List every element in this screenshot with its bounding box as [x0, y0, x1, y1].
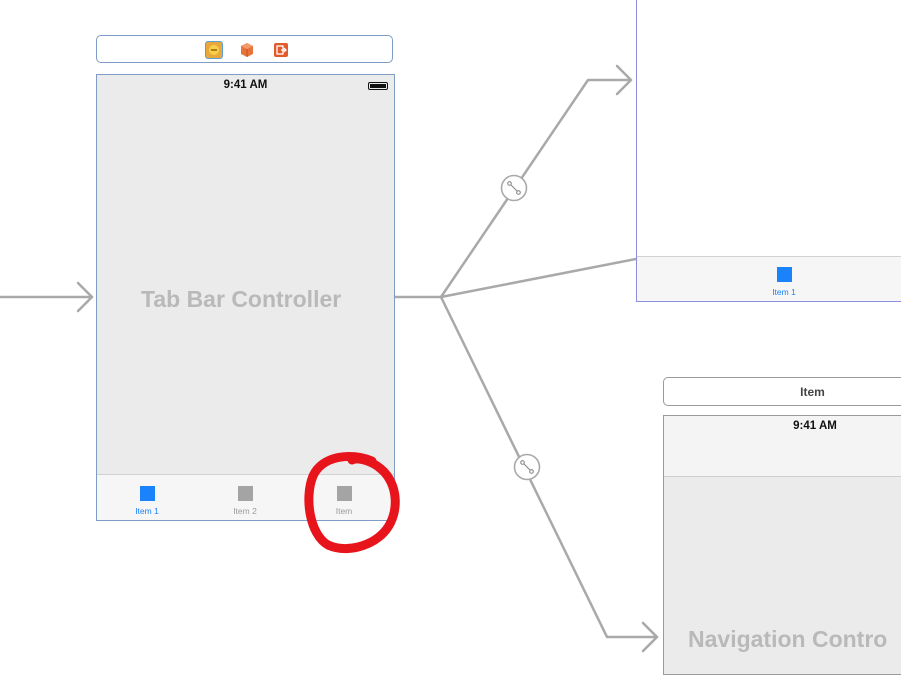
segue-line-bottom	[439, 295, 659, 639]
item-1-scene[interactable]: Item 1	[636, 0, 901, 302]
first-responder-icon[interactable]	[239, 42, 255, 58]
scene-header-label: Item	[800, 385, 825, 399]
battery-icon	[368, 82, 388, 90]
view-controller-icon[interactable]	[205, 41, 223, 59]
tab-bar-controller-scene[interactable]: 9:41 AM Tab Bar Controller Item 1 Item 2…	[96, 74, 395, 521]
status-bar-time: 9:41 AM	[223, 79, 268, 91]
scene-dock[interactable]	[96, 35, 393, 63]
tab-item-2-label: Item 2	[233, 506, 257, 516]
tab-item-1-label: Item 1	[772, 287, 796, 297]
tab-item-2-icon	[237, 486, 253, 501]
tab-item-3-label: Item	[335, 506, 353, 516]
segue-icon[interactable]	[500, 174, 528, 202]
segue-line-middle	[439, 257, 638, 299]
tab-item-1-icon	[776, 267, 792, 282]
status-bar-time: 9:41 AM	[793, 420, 837, 432]
tab-bar[interactable]: Item 1	[637, 256, 901, 301]
tab-item-3-icon	[336, 486, 352, 501]
tab-item-2[interactable]: Item 2	[215, 486, 275, 516]
scene-title: Navigation Contro	[688, 626, 888, 652]
exit-icon[interactable]	[273, 42, 289, 58]
tab-item-3[interactable]: Item	[314, 486, 374, 516]
tab-item-1[interactable]: Item 1	[117, 486, 177, 516]
segue-icon[interactable]	[513, 453, 541, 481]
scene-title: Tab Bar Controller	[141, 286, 342, 312]
navigation-controller-dock[interactable]: Item	[663, 377, 901, 406]
tab-item-1-label: Item 1	[135, 506, 159, 516]
tab-bar[interactable]: Item 1 Item 2 Item	[97, 474, 394, 520]
navigation-controller-scene[interactable]: 9:41 AM Navigation Contro	[663, 415, 901, 675]
navigation-bar[interactable]: 9:41 AM	[664, 416, 901, 477]
tab-item-1[interactable]: Item 1	[754, 267, 814, 297]
tab-item-1-icon	[139, 486, 155, 501]
